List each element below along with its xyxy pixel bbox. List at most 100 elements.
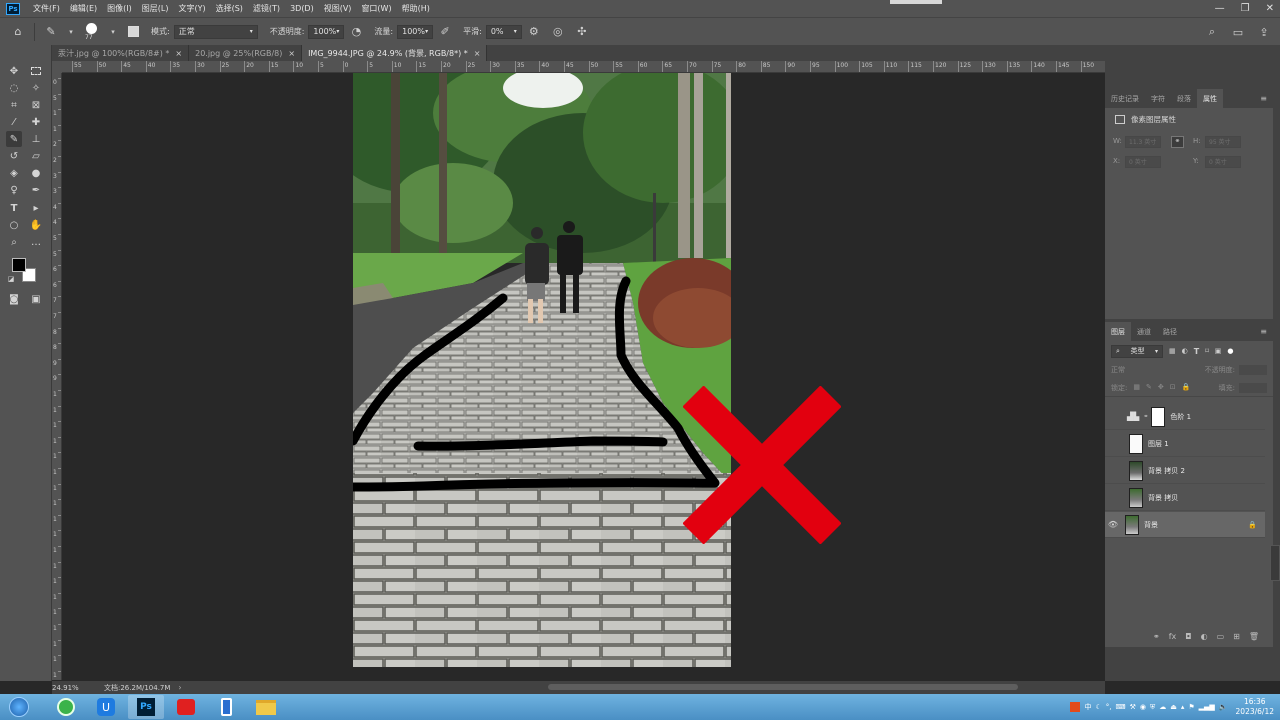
tab-document[interactable]: 20.jpg @ 25%(RGB/8) × <box>189 45 303 61</box>
tab-layers[interactable]: 图层 <box>1105 322 1131 341</box>
menu-window[interactable]: 窗口(W) <box>356 3 396 14</box>
menu-type[interactable]: 文字(Y) <box>173 3 210 14</box>
horizontal-scrollbar[interactable] <box>548 684 1018 690</box>
foreground-color-swatch[interactable] <box>12 258 26 272</box>
recorder-app-icon[interactable] <box>168 695 204 719</box>
gear-icon[interactable]: ⚙ <box>526 24 542 40</box>
lock-artboard-icon[interactable]: ⊡ <box>1170 383 1176 393</box>
blend-mode-select[interactable]: 正常 <box>1111 365 1125 375</box>
menu-file[interactable]: 文件(F) <box>28 3 65 14</box>
phone-app-icon[interactable] <box>208 695 244 719</box>
layer-opacity-field[interactable] <box>1239 365 1267 375</box>
tab-document[interactable]: 汞汁.jpg @ 100%(RGB/8#) * × <box>52 45 190 61</box>
filter-pixel-icon[interactable]: ▦ <box>1169 347 1176 355</box>
filter-type-icon[interactable]: T <box>1194 347 1199 356</box>
menu-image[interactable]: 图像(I) <box>102 3 137 14</box>
link-icon[interactable]: ⚭ <box>1171 136 1184 148</box>
move-tool-icon[interactable]: ✥ <box>6 63 22 79</box>
fill-field[interactable] <box>1239 382 1267 393</box>
opacity-input[interactable]: 100% ▾ <box>308 24 345 39</box>
wrench-icon[interactable]: ⚒ <box>1130 703 1136 711</box>
add-mask-icon[interactable]: ◘ <box>1185 632 1191 641</box>
search-icon[interactable]: ⌕ <box>1204 24 1220 40</box>
smoothing-input[interactable]: 0% ▾ <box>485 24 522 39</box>
chevron-down-icon[interactable]: ▾ <box>109 24 117 40</box>
filter-adjustment-icon[interactable]: ◐ <box>1182 347 1188 355</box>
default-colors-icon[interactable]: ◪ <box>6 274 16 284</box>
lasso-tool-icon[interactable]: ◌ <box>6 80 22 96</box>
brush-tool-icon[interactable]: ✎ <box>43 24 59 40</box>
tab-history[interactable]: 历史记录 <box>1105 89 1145 108</box>
ellipse-tool-icon[interactable]: ○ <box>6 217 22 233</box>
show-hidden-icon[interactable]: ▴ <box>1181 703 1185 711</box>
layer-row[interactable]: 背景 拷贝 2 <box>1105 458 1265 484</box>
keyboard-icon[interactable]: ⌨ <box>1115 703 1125 711</box>
browser-app-icon[interactable] <box>48 695 84 719</box>
photoshop-app-icon[interactable]: Ps <box>128 695 164 719</box>
layer-row[interactable]: 背景 拷贝 <box>1105 485 1265 511</box>
start-button[interactable] <box>4 695 34 719</box>
pressure-opacity-icon[interactable]: ◔ <box>348 24 364 40</box>
volume-icon[interactable]: 🔈 <box>1219 703 1228 711</box>
lock-all-icon[interactable]: 🔒 <box>1182 383 1191 393</box>
lock-paint-icon[interactable]: ✎ <box>1146 383 1152 393</box>
quick-mask-icon[interactable]: ◙ <box>6 291 22 307</box>
tab-character[interactable]: 字符 <box>1145 89 1171 108</box>
panel-scrollbar[interactable] <box>1270 545 1280 581</box>
airbrush-icon[interactable]: ✐ <box>437 24 453 40</box>
shield-icon[interactable]: ⛨ <box>1150 703 1155 712</box>
height-field[interactable]: 95 英寸 <box>1205 136 1241 148</box>
layer-row[interactable]: 图层 1 <box>1105 431 1265 457</box>
close-icon[interactable]: × <box>474 49 481 58</box>
tab-paragraph[interactable]: 段落 <box>1171 89 1197 108</box>
tab-document-active[interactable]: IMG_9944.JPG @ 24.9% (背景, RGB/8*) * × <box>302 45 488 61</box>
type-tool-icon[interactable]: T <box>6 200 22 216</box>
crop-tool-icon[interactable]: ⌗ <box>6 97 22 113</box>
dodge-tool-icon[interactable]: ♀ <box>6 182 22 198</box>
history-brush-tool-icon[interactable]: ↺ <box>6 148 22 164</box>
pressure-size-icon[interactable]: ◎ <box>550 24 566 40</box>
menu-select[interactable]: 选择(S) <box>211 3 248 14</box>
menu-view[interactable]: 视图(V) <box>319 3 357 14</box>
magic-wand-tool-icon[interactable]: ✧ <box>28 80 44 96</box>
stamp-tool-icon[interactable]: ⊥ <box>28 131 44 147</box>
input-language[interactable]: 中 <box>1084 702 1091 712</box>
document-image[interactable] <box>353 73 731 667</box>
layer-row[interactable]: ▟▙ ⚭ 色阶 1 <box>1105 404 1265 430</box>
marquee-tool-icon[interactable] <box>28 63 44 79</box>
clock[interactable]: 16:36 2023/6/12 <box>1236 697 1274 717</box>
chevron-right-icon[interactable]: › <box>178 683 181 692</box>
width-field[interactable]: 11.3 英寸 <box>1125 136 1161 148</box>
screen-mode-icon[interactable]: ▣ <box>28 291 44 307</box>
filter-toggle-icon[interactable]: ● <box>1227 347 1233 355</box>
y-field[interactable]: 0 英寸 <box>1205 156 1241 168</box>
pen-tool-icon[interactable]: ✒ <box>28 182 44 198</box>
symmetry-icon[interactable]: ✣ <box>574 24 590 40</box>
menu-3d[interactable]: 3D(D) <box>285 4 319 13</box>
x-field[interactable]: 0 英寸 <box>1125 156 1161 168</box>
adjustment-layer-icon[interactable]: ◐ <box>1201 632 1208 641</box>
punctuation-icon[interactable]: °, <box>1106 703 1112 711</box>
healing-brush-tool-icon[interactable]: ✚ <box>28 114 44 130</box>
flag-icon[interactable]: ⚑ <box>1188 703 1194 711</box>
lock-transparent-icon[interactable]: ▦ <box>1133 383 1140 393</box>
menu-edit[interactable]: 编辑(E) <box>65 3 102 14</box>
close-button[interactable]: ✕ <box>1266 3 1274 14</box>
eye-icon[interactable]: 👁 <box>1105 520 1121 529</box>
cloud-icon[interactable]: ☁ <box>1159 703 1166 711</box>
fx-icon[interactable]: fx <box>1169 632 1177 641</box>
new-group-icon[interactable]: ▭ <box>1217 632 1225 641</box>
usb-icon[interactable]: ⏏ <box>1170 703 1177 711</box>
trash-icon[interactable]: 🗑 <box>1249 632 1259 641</box>
tab-properties[interactable]: 属性 <box>1197 89 1223 108</box>
restore-button[interactable]: ❐ <box>1241 3 1250 14</box>
ime-icon[interactable] <box>1070 702 1081 712</box>
moon-icon[interactable]: ☾ <box>1095 703 1101 711</box>
zoom-level[interactable]: 24.91% <box>52 684 104 692</box>
filter-shape-icon[interactable]: ⌑ <box>1205 347 1209 355</box>
flow-input[interactable]: 100% ▾ <box>397 24 434 39</box>
brush-preset-picker[interactable]: 77 <box>81 21 103 43</box>
menu-help[interactable]: 帮助(H) <box>397 3 435 14</box>
network-app-icon[interactable]: ◉ <box>1140 703 1146 711</box>
mode-select[interactable]: 正常 ▾ <box>173 24 258 39</box>
